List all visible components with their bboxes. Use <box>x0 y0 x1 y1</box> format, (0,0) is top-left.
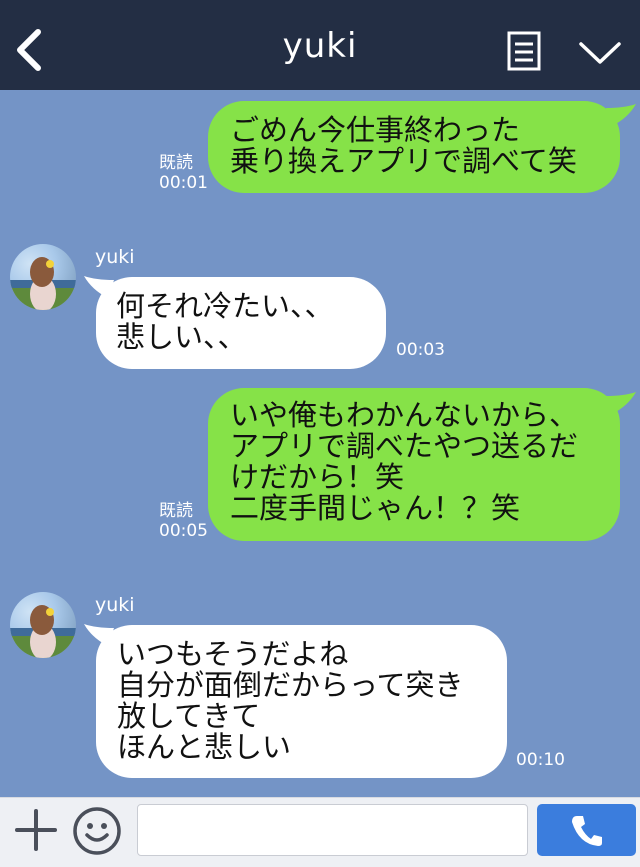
chevron-down-icon[interactable] <box>578 40 622 66</box>
timestamp: 00:03 <box>396 340 445 360</box>
read-receipt: 既読 <box>159 501 193 521</box>
sender-name: yuki <box>95 594 135 616</box>
message-bubble-incoming[interactable]: 何それ冷たい、、 悲しい、、 <box>96 277 386 369</box>
message-meta: 既読 00:01 <box>159 153 208 193</box>
sender-name: yuki <box>95 246 135 268</box>
phone-icon <box>572 816 602 846</box>
message-bubble-outgoing[interactable]: いや俺もわかんないから、 アプリで調べたやつ送るだ けだから！笑 二度手間じゃん… <box>208 388 620 541</box>
call-button[interactable] <box>537 804 636 856</box>
chat-header: yuki <box>0 0 640 90</box>
avatar-photo <box>10 605 76 658</box>
message-bubble-outgoing[interactable]: ごめん今仕事終わった 乗り換えアプリで調べて笑 <box>208 101 620 193</box>
message-input[interactable] <box>137 804 528 856</box>
notes-icon[interactable] <box>507 31 541 71</box>
avatar-photo <box>10 257 76 310</box>
message-meta: 既読 00:05 <box>159 501 208 541</box>
avatar[interactable] <box>10 592 76 658</box>
read-receipt: 既読 <box>159 153 193 173</box>
chat-title: yuki <box>282 26 358 66</box>
message-bubble-incoming[interactable]: いつもそうだよね 自分が面倒だからって突き 放してきて ほんと悲しい <box>96 625 507 778</box>
plus-icon[interactable] <box>15 809 57 851</box>
timestamp: 00:05 <box>159 521 208 541</box>
avatar[interactable] <box>10 244 76 310</box>
smiley-icon[interactable] <box>72 806 122 856</box>
timestamp: 00:10 <box>516 750 565 770</box>
timestamp: 00:01 <box>159 173 208 193</box>
